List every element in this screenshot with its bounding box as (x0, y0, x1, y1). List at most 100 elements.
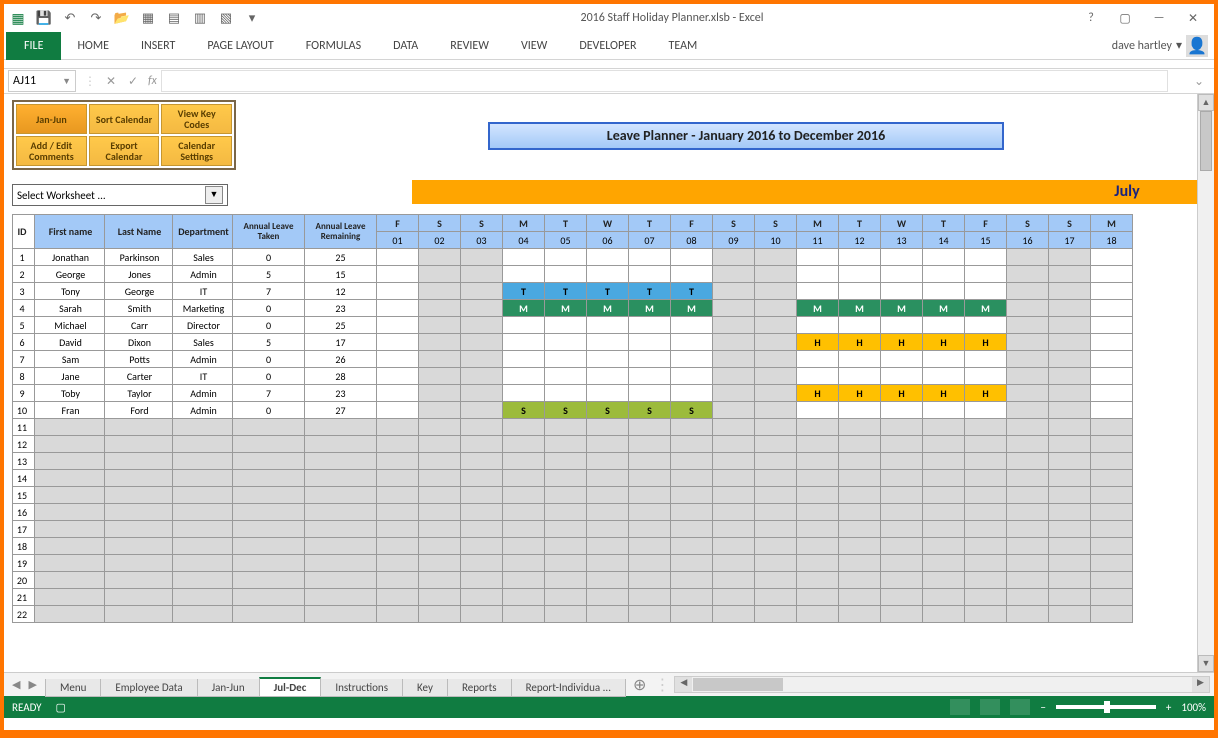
macro-record-icon[interactable]: ▢ (56, 701, 66, 714)
close-icon[interactable]: ✕ (1180, 8, 1206, 28)
add-edit-comments-button[interactable]: Add / Edit Comments (16, 136, 87, 166)
minimize-icon[interactable]: — (1146, 8, 1172, 28)
sheet-tab-menu[interactable]: Menu (45, 679, 101, 697)
help-icon[interactable]: ? (1078, 8, 1104, 28)
table-row[interactable]: 6DavidDixonSales517HHHHH (13, 334, 1133, 351)
zoom-in-icon[interactable]: + (1166, 701, 1171, 714)
qat-icon-6[interactable]: ▦ (138, 8, 158, 28)
qat-icon-7[interactable]: ▤ (164, 8, 184, 28)
ribbon-display-icon[interactable]: ▢ (1112, 8, 1138, 28)
tab-developer[interactable]: DEVELOPER (563, 32, 652, 60)
formula-bar: AJ11 ▼ ⋮ ✕ ✓ fx ⌄ (4, 68, 1214, 94)
table-row[interactable]: 13 (13, 453, 1133, 470)
tab-home[interactable]: HOME (61, 32, 125, 60)
normal-view-icon[interactable] (950, 699, 970, 715)
table-row[interactable]: 18 (13, 538, 1133, 555)
tab-nav-prev-icon[interactable]: ◀ (12, 678, 20, 691)
table-row[interactable]: 20 (13, 572, 1133, 589)
table-row[interactable]: 5MichaelCarrDirector025 (13, 317, 1133, 334)
worksheet-select-label: Select Worksheet ... (17, 189, 106, 202)
table-row[interactable]: 4SarahSmithMarketing023MMMMMMMMMM (13, 300, 1133, 317)
worksheet-content[interactable]: Jan-Jun Sort Calendar View Key Codes Add… (4, 94, 1197, 672)
worksheet-select-dropdown-icon[interactable]: ▼ (205, 186, 223, 204)
qat-icon-8[interactable]: ▥ (190, 8, 210, 28)
table-row[interactable]: 21 (13, 589, 1133, 606)
sheet-tab-report-individua-[interactable]: Report-Individua ... (511, 679, 626, 697)
table-row[interactable]: 9TobyTaylorAdmin723HHHHH (13, 385, 1133, 402)
tab-page-layout[interactable]: PAGE LAYOUT (191, 32, 289, 60)
table-row[interactable]: 12 (13, 436, 1133, 453)
sort-calendar-button[interactable]: Sort Calendar (89, 104, 160, 134)
name-box-dropdown-icon[interactable]: ▼ (62, 76, 71, 87)
scroll-left-icon[interactable]: ◀ (675, 677, 692, 692)
tab-file[interactable]: FILE (6, 32, 61, 60)
qat-icon-9[interactable]: ▧ (216, 8, 236, 28)
name-box[interactable]: AJ11 ▼ (8, 70, 76, 92)
table-row[interactable]: 8JaneCarterIT028 (13, 368, 1133, 385)
sheet-tab-instructions[interactable]: Instructions (320, 679, 403, 697)
table-row[interactable]: 3TonyGeorgeIT712TTTTT (13, 283, 1133, 300)
tab-nav-next-icon[interactable]: ▶ (28, 678, 36, 691)
table-row[interactable]: 11 (13, 419, 1133, 436)
table-row[interactable]: 15 (13, 487, 1133, 504)
worksheet-area: Jan-Jun Sort Calendar View Key Codes Add… (4, 94, 1214, 672)
table-row[interactable]: 10FranFordAdmin027SSSSS (13, 402, 1133, 419)
page-layout-view-icon[interactable] (980, 699, 1000, 715)
scroll-up-icon[interactable]: ▲ (1198, 94, 1214, 111)
sheet-tab-key[interactable]: Key (402, 679, 448, 697)
formula-input[interactable] (161, 70, 1168, 92)
zoom-slider[interactable] (1056, 705, 1156, 709)
tab-insert[interactable]: INSERT (125, 32, 191, 60)
view-key-codes-button[interactable]: View Key Codes (161, 104, 232, 134)
tab-team[interactable]: TEAM (653, 32, 714, 60)
fx-icon[interactable]: fx (144, 74, 161, 88)
tab-view[interactable]: VIEW (505, 32, 563, 60)
worksheet-select[interactable]: Select Worksheet ... ▼ (12, 184, 228, 206)
zoom-out-icon[interactable]: − (1040, 701, 1045, 714)
excel-window: ▦ 💾 ↶ ↷ 📂 ▦ ▤ ▥ ▧ ▾ 2016 Staff Holiday P… (4, 4, 1214, 730)
sheet-tab-employee-data[interactable]: Employee Data (100, 679, 197, 697)
cancel-icon[interactable]: ✕ (100, 74, 122, 89)
tab-review[interactable]: REVIEW (434, 32, 505, 60)
zoom-level[interactable]: 100% (1181, 701, 1206, 714)
table-row[interactable]: 22 (13, 606, 1133, 623)
table-row[interactable]: 1JonathanParkinsonSales025 (13, 249, 1133, 266)
vertical-scrollbar[interactable]: ▲ ▼ (1197, 94, 1214, 672)
jan-jun-button[interactable]: Jan-Jun (16, 104, 87, 134)
table-row[interactable]: 14 (13, 470, 1133, 487)
table-row[interactable]: 17 (13, 521, 1133, 538)
qat-icon-5[interactable]: 📂 (112, 8, 132, 28)
tab-data[interactable]: DATA (377, 32, 434, 60)
scroll-thumb[interactable] (1200, 111, 1212, 171)
table-row[interactable]: 16 (13, 504, 1133, 521)
new-sheet-icon[interactable]: ⊕ (625, 675, 654, 695)
sheet-tab-reports[interactable]: Reports (447, 679, 512, 697)
table-row[interactable]: 19 (13, 555, 1133, 572)
horizontal-scrollbar[interactable]: ◀ ▶ (674, 676, 1210, 693)
page-break-view-icon[interactable] (1010, 699, 1030, 715)
scroll-right-icon[interactable]: ▶ (1192, 677, 1209, 692)
sheet-tab-jul-dec[interactable]: Jul-Dec (259, 677, 322, 697)
planner-toolbar: Jan-Jun Sort Calendar View Key Codes Add… (12, 100, 236, 170)
scroll-down-icon[interactable]: ▼ (1198, 655, 1214, 672)
title-bar: ▦ 💾 ↶ ↷ 📂 ▦ ▤ ▥ ▧ ▾ 2016 Staff Holiday P… (4, 4, 1214, 32)
table-row[interactable]: 2GeorgeJonesAdmin515 (13, 266, 1133, 283)
calendar-settings-button[interactable]: Calendar Settings (161, 136, 232, 166)
qat-dropdown-icon[interactable]: ▾ (242, 8, 262, 28)
tab-formulas[interactable]: FORMULAS (290, 32, 377, 60)
table-row[interactable]: 7SamPottsAdmin026 (13, 351, 1133, 368)
export-calendar-button[interactable]: Export Calendar (89, 136, 160, 166)
undo-icon[interactable]: ↶ (60, 8, 80, 28)
planner-table[interactable]: IDFirst nameLast NameDepartmentAnnual Le… (12, 214, 1133, 623)
planner-grid: IDFirst nameLast NameDepartmentAnnual Le… (12, 214, 1133, 623)
avatar-icon: 👤 (1186, 35, 1208, 57)
redo-icon[interactable]: ↷ (86, 8, 106, 28)
save-icon[interactable]: 💾 (34, 8, 54, 28)
ribbon-tabs: FILE HOME INSERT PAGE LAYOUT FORMULAS DA… (4, 32, 1214, 60)
user-account[interactable]: dave hartley ▾ 👤 (1112, 35, 1214, 57)
hscroll-thumb[interactable] (693, 678, 783, 691)
dropdown-icon: ▾ (1176, 38, 1182, 53)
sheet-tab-jan-jun[interactable]: Jan-Jun (197, 679, 260, 697)
enter-icon[interactable]: ✓ (122, 74, 144, 89)
expand-formula-icon[interactable]: ⌄ (1188, 74, 1210, 89)
